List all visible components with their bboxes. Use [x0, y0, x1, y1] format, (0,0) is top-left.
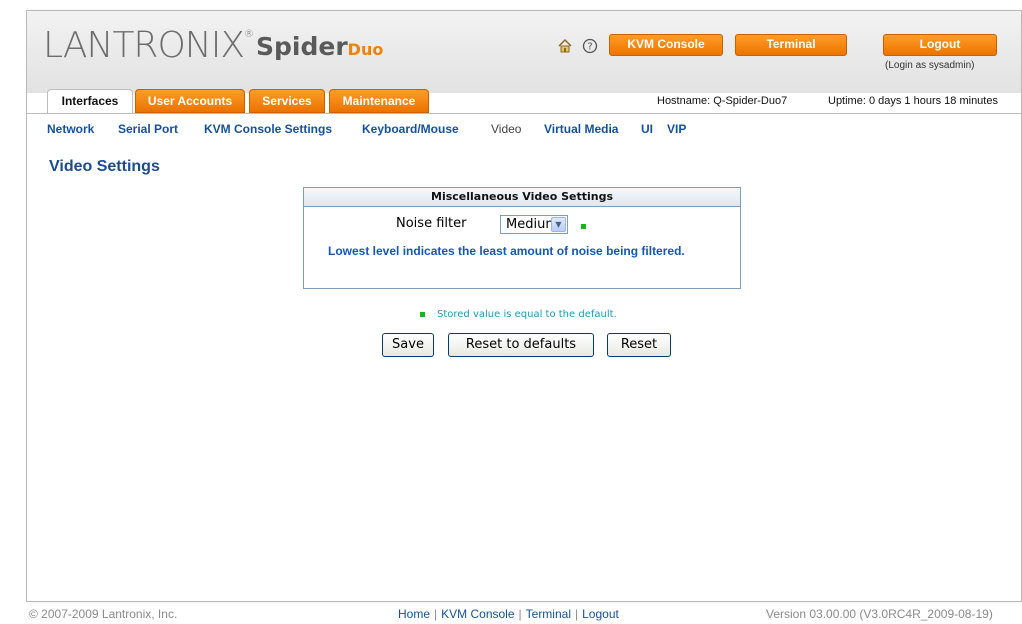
save-button[interactable]: Save	[382, 333, 434, 357]
noise-filter-help: Lowest level indicates the least amount …	[328, 244, 685, 258]
reset-button[interactable]: Reset	[607, 333, 671, 357]
tab-services[interactable]: Services	[249, 89, 325, 113]
help-icon[interactable]: ?	[582, 38, 598, 54]
noise-filter-select[interactable]: Medium ▼	[500, 215, 568, 234]
product-logo: SpiderDuo	[256, 32, 384, 61]
tab-interfaces[interactable]: Interfaces	[47, 89, 133, 114]
separator: |	[575, 607, 579, 621]
home-icon[interactable]	[557, 38, 573, 54]
subnav-kvm-console-settings[interactable]: KVM Console Settings	[204, 122, 332, 136]
copyright: © 2007-2009 Lantronix, Inc.	[29, 607, 178, 621]
separator: |	[434, 607, 438, 621]
legend-text: Stored value is equal to the default.	[437, 309, 617, 320]
page-title: Video Settings	[49, 158, 160, 175]
subnav-ui[interactable]: UI	[641, 122, 653, 136]
footer-links: Home | KVM Console | Terminal | Logout	[398, 607, 619, 621]
tab-maintenance[interactable]: Maintenance	[329, 89, 429, 113]
footer-kvm-console-link[interactable]: KVM Console	[441, 607, 514, 621]
logout-button[interactable]: Logout	[883, 34, 997, 56]
subnav-keyboard-mouse[interactable]: Keyboard/Mouse	[362, 122, 459, 136]
subnav-virtual-media[interactable]: Virtual Media	[544, 122, 618, 136]
chevron-down-icon[interactable]: ▼	[551, 217, 566, 232]
tab-user-accounts[interactable]: User Accounts	[135, 89, 245, 113]
subnav-vip[interactable]: VIP	[667, 122, 686, 136]
login-as-text: (Login as sysadmin)	[885, 60, 975, 71]
misc-video-settings-box: Miscellaneous Video Settings Noise filte…	[303, 187, 741, 289]
default-indicator-icon	[581, 224, 586, 229]
box-title: Miscellaneous Video Settings	[304, 188, 740, 207]
footer-terminal-link[interactable]: Terminal	[526, 607, 571, 621]
separator: |	[518, 607, 522, 621]
subnav-network[interactable]: Network	[47, 122, 94, 136]
subnav-serial-port[interactable]: Serial Port	[118, 122, 178, 136]
noise-filter-label: Noise filter	[396, 216, 467, 231]
svg-text:?: ?	[587, 42, 592, 53]
hostname-text: Hostname: Q-Spider-Duo7	[657, 95, 788, 107]
main-panel: LANTRONIX® SpiderDuo ? KVM Console Termi…	[26, 10, 1022, 602]
tab-divider	[27, 113, 1021, 114]
header: LANTRONIX® SpiderDuo ? KVM Console Termi…	[27, 11, 1021, 93]
kvm-console-button[interactable]: KVM Console	[609, 34, 723, 56]
version-text: Version 03.00.00 (V3.0RC4R_2009-08-19)	[766, 607, 993, 621]
reset-defaults-button[interactable]: Reset to defaults	[448, 333, 594, 357]
subnav-video[interactable]: Video	[491, 122, 521, 136]
lantronix-logo: LANTRONIX®	[43, 25, 254, 66]
footer-home-link[interactable]: Home	[398, 607, 430, 621]
footer-logout-link[interactable]: Logout	[582, 607, 619, 621]
legend-indicator-icon	[420, 312, 425, 317]
terminal-button[interactable]: Terminal	[735, 34, 847, 56]
uptime-text: Uptime: 0 days 1 hours 18 minutes	[828, 95, 998, 107]
